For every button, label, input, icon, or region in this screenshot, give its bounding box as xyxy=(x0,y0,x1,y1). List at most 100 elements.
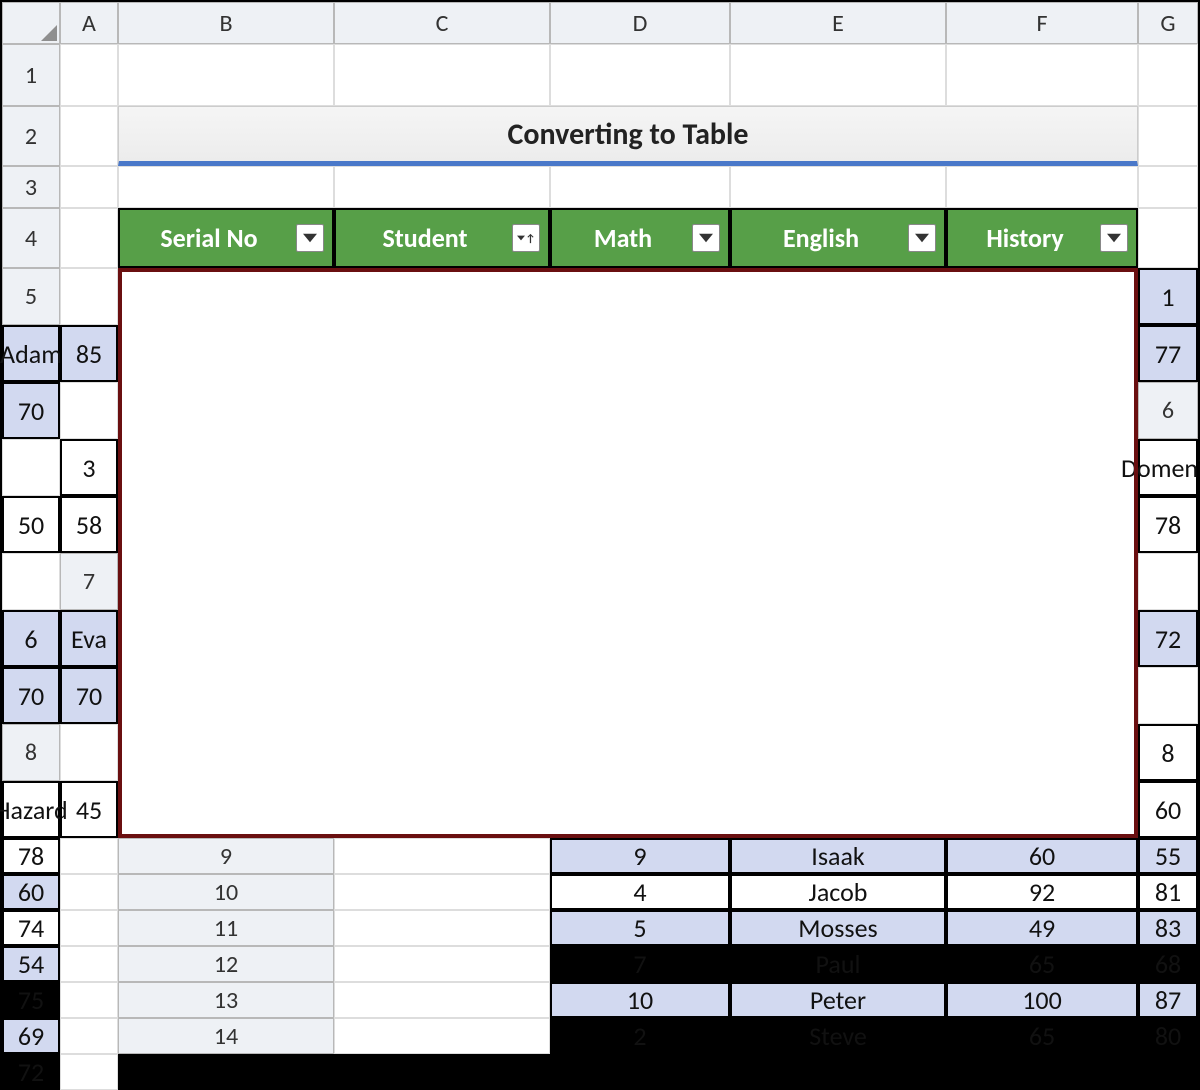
col-header-E[interactable]: E xyxy=(730,2,946,44)
col-header-B[interactable]: B xyxy=(118,2,334,44)
cell-C5[interactable]: Adam xyxy=(2,325,60,382)
th-serial-no[interactable]: Serial No xyxy=(118,208,334,268)
cell-B14[interactable]: 2 xyxy=(550,1018,730,1054)
cell-C6[interactable]: Domenic xyxy=(1138,439,1198,496)
cell-A5[interactable] xyxy=(60,268,118,325)
cell-G7[interactable] xyxy=(1138,667,1198,724)
cell-A9[interactable] xyxy=(334,838,550,874)
cell-B5[interactable]: 1 xyxy=(1138,268,1198,325)
cell-G3[interactable] xyxy=(1138,166,1198,208)
cell-D10[interactable]: 92 xyxy=(946,874,1138,910)
row-header-14[interactable]: 14 xyxy=(118,1018,334,1054)
cell-E3[interactable] xyxy=(730,166,946,208)
cell-D9[interactable]: 60 xyxy=(946,838,1138,874)
cell-G13[interactable] xyxy=(60,1018,118,1054)
cell-G2[interactable] xyxy=(1138,106,1198,166)
cell-B8[interactable]: 8 xyxy=(1138,724,1198,781)
cell-D13[interactable]: 100 xyxy=(946,982,1138,1018)
cell-B3[interactable] xyxy=(118,166,334,208)
cell-A8[interactable] xyxy=(60,724,118,781)
row-header-10[interactable]: 10 xyxy=(118,874,334,910)
cell-C14[interactable]: Steve xyxy=(730,1018,946,1054)
row-header-1[interactable]: 1 xyxy=(2,44,60,106)
cell-F6[interactable]: 78 xyxy=(1138,496,1198,553)
filter-button-english[interactable] xyxy=(908,224,936,252)
cell-D3[interactable] xyxy=(550,166,730,208)
col-header-F[interactable]: F xyxy=(946,2,1138,44)
filter-button-serial[interactable] xyxy=(296,224,324,252)
row-header-4[interactable]: 4 xyxy=(2,208,60,268)
cell-A3[interactable] xyxy=(60,166,118,208)
filter-button-history[interactable] xyxy=(1100,224,1128,252)
cell-D6[interactable]: 50 xyxy=(2,496,60,553)
cell-C10[interactable]: Jacob xyxy=(730,874,946,910)
cell-B1[interactable] xyxy=(118,44,334,106)
row-header-2[interactable]: 2 xyxy=(2,106,60,166)
cell-C7[interactable]: Eva xyxy=(60,610,118,667)
cell-A11[interactable] xyxy=(334,910,550,946)
cell-F1[interactable] xyxy=(946,44,1138,106)
cell-G4[interactable] xyxy=(1138,208,1198,268)
cell-F7[interactable]: 70 xyxy=(60,667,118,724)
cell-A2[interactable] xyxy=(60,106,118,166)
cell-B6[interactable]: 3 xyxy=(60,439,118,496)
row-header-13[interactable]: 13 xyxy=(118,982,334,1018)
cell-D7[interactable]: 72 xyxy=(1138,610,1198,667)
cell-C11[interactable]: Mosses xyxy=(730,910,946,946)
cell-A13[interactable] xyxy=(334,982,550,1018)
cell-D1[interactable] xyxy=(550,44,730,106)
cell-E12[interactable]: 68 xyxy=(1138,946,1198,982)
cell-G12[interactable] xyxy=(60,982,118,1018)
col-header-D[interactable]: D xyxy=(550,2,730,44)
select-all-corner[interactable] xyxy=(2,2,60,44)
cell-G6[interactable] xyxy=(2,553,60,610)
row-header-12[interactable]: 12 xyxy=(118,946,334,982)
cell-G8[interactable] xyxy=(60,838,118,874)
cell-A12[interactable] xyxy=(334,946,550,982)
row-header-3[interactable]: 3 xyxy=(2,166,60,208)
cell-G9[interactable] xyxy=(60,874,118,910)
cell-F11[interactable]: 54 xyxy=(2,946,60,982)
th-english[interactable]: English xyxy=(730,208,946,268)
cell-C12[interactable]: Paul xyxy=(730,946,946,982)
cell-A14[interactable] xyxy=(334,1018,550,1054)
cell-B11[interactable]: 5 xyxy=(550,910,730,946)
filter-button-math[interactable] xyxy=(692,224,720,252)
row-header-8[interactable]: 8 xyxy=(2,724,60,781)
cell-B13[interactable]: 10 xyxy=(550,982,730,1018)
cell-C9[interactable]: Isaak xyxy=(730,838,946,874)
row-header-11[interactable]: 11 xyxy=(118,910,334,946)
cell-B7[interactable]: 6 xyxy=(2,610,60,667)
cell-F8[interactable]: 78 xyxy=(2,838,60,874)
cell-E14[interactable]: 80 xyxy=(1138,1018,1198,1054)
cell-G5[interactable] xyxy=(60,382,118,439)
cell-G14[interactable] xyxy=(60,1054,118,1090)
cell-E10[interactable]: 81 xyxy=(1138,874,1198,910)
cell-F3[interactable] xyxy=(946,166,1138,208)
cell-D5[interactable]: 85 xyxy=(60,325,118,382)
col-header-A[interactable]: A xyxy=(60,2,118,44)
cell-F5[interactable]: 70 xyxy=(2,382,60,439)
cell-E8[interactable]: 60 xyxy=(1138,781,1198,838)
cell-G1[interactable] xyxy=(1138,44,1198,106)
cell-E5[interactable]: 77 xyxy=(1138,325,1198,382)
cell-D12[interactable]: 65 xyxy=(946,946,1138,982)
cell-F12[interactable]: 75 xyxy=(2,982,60,1018)
cell-D14[interactable]: 65 xyxy=(946,1018,1138,1054)
cell-E9[interactable]: 55 xyxy=(1138,838,1198,874)
cell-C13[interactable]: Peter xyxy=(730,982,946,1018)
cell-A10[interactable] xyxy=(334,874,550,910)
cell-E7[interactable]: 70 xyxy=(2,667,60,724)
cell-E11[interactable]: 83 xyxy=(1138,910,1198,946)
th-student[interactable]: Student ↑ xyxy=(334,208,550,268)
cell-A1[interactable] xyxy=(60,44,118,106)
th-history[interactable]: History xyxy=(946,208,1138,268)
cell-G10[interactable] xyxy=(60,910,118,946)
cell-D11[interactable]: 49 xyxy=(946,910,1138,946)
cell-F13[interactable]: 69 xyxy=(2,1018,60,1054)
cell-B10[interactable]: 4 xyxy=(550,874,730,910)
cell-E6[interactable]: 58 xyxy=(60,496,118,553)
row-header-6[interactable]: 6 xyxy=(1138,382,1198,439)
cell-F9[interactable]: 60 xyxy=(2,874,60,910)
cell-D8[interactable]: 45 xyxy=(60,781,118,838)
